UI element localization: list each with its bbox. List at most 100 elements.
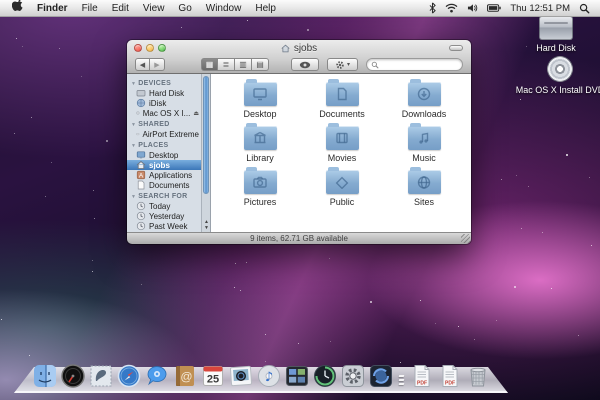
disclosure-triangle-icon[interactable]: ▼: [131, 194, 136, 200]
sidebar-item-label: Applications: [149, 171, 192, 180]
dock-time-machine-icon[interactable]: [312, 363, 337, 388]
folder-downloads[interactable]: Downloads: [383, 79, 465, 123]
dock-iphoto-icon[interactable]: [228, 363, 253, 388]
dock-mail-icon[interactable]: [88, 363, 113, 388]
dock-ical-icon[interactable]: 25: [200, 363, 225, 388]
scrollbar-arrows[interactable]: ▲▼: [202, 219, 211, 231]
menu-item-window[interactable]: Window: [206, 3, 242, 14]
battery-icon[interactable]: [487, 4, 501, 12]
menu-clock[interactable]: Thu 12:51 PM: [510, 3, 570, 14]
sidebar-item-desktop[interactable]: Desktop: [127, 150, 201, 160]
svg-text:PDF: PDF: [445, 381, 455, 387]
menu-item-view[interactable]: View: [143, 3, 165, 14]
apple-logo-icon: [12, 0, 23, 13]
toolbar-toggle-pill[interactable]: [449, 45, 463, 51]
dock-software-update-icon[interactable]: [368, 363, 393, 388]
folder-public[interactable]: Public: [301, 167, 383, 211]
disclosure-triangle-icon[interactable]: ▼: [131, 81, 136, 87]
resize-grip[interactable]: [461, 234, 470, 243]
window-header[interactable]: sjobs ◀ ▶ ▦ ≣ ▥ ▤ ▾: [127, 40, 471, 74]
folder-label: Desktop: [243, 109, 276, 119]
download-glyph-icon: [408, 82, 441, 106]
dock-system-preferences-icon[interactable]: [340, 363, 365, 388]
dock-trash-icon[interactable]: [465, 363, 490, 388]
back-button[interactable]: ◀: [135, 58, 150, 71]
sidebar-item-idisk[interactable]: iDisk: [127, 98, 201, 108]
svg-text:@: @: [180, 370, 192, 384]
dock-spaces-icon[interactable]: [284, 363, 309, 388]
folder-icon: [326, 126, 359, 150]
sidebar-item-applications[interactable]: AApplications: [127, 170, 201, 180]
window-title: sjobs: [127, 42, 471, 54]
sidebar-section-header[interactable]: ▼DEVICES: [127, 77, 201, 88]
dock-address-book-icon[interactable]: @: [172, 363, 197, 388]
disclosure-triangle-icon[interactable]: ▼: [131, 122, 136, 128]
sidebar-item-today[interactable]: Today: [127, 201, 201, 211]
folder-label: Movies: [328, 153, 357, 163]
sidebar-section-header[interactable]: ▼PLACES: [127, 139, 201, 150]
dock-dashboard-icon[interactable]: [60, 363, 85, 388]
folder-pictures[interactable]: Pictures: [219, 167, 301, 211]
window-sidebar: ▼DEVICESHard DiskiDiskMac OS X I...⏏▼SHA…: [127, 74, 211, 232]
apps-icon: A: [136, 170, 146, 180]
quicklook-button[interactable]: [291, 58, 319, 71]
folder-label: Library: [246, 153, 274, 163]
folder-music[interactable]: Music: [383, 123, 465, 167]
sidebar-item-yesterday[interactable]: Yesterday: [127, 211, 201, 221]
sidebar-item-past-week[interactable]: Past Week: [127, 221, 201, 231]
dock-safari-icon[interactable]: [116, 363, 141, 388]
action-menu-button[interactable]: ▾: [327, 58, 358, 71]
sidebar-item-airport-extreme[interactable]: AirPort Extreme: [127, 129, 201, 139]
menu-item-go[interactable]: Go: [178, 3, 191, 14]
dock-downloads-stack-icon[interactable]: PDF: [437, 363, 462, 388]
menu-item-file[interactable]: File: [82, 3, 98, 14]
scrollbar-thumb[interactable]: [203, 76, 209, 194]
disclosure-triangle-icon[interactable]: ▼: [131, 143, 136, 149]
home-icon: [281, 44, 290, 53]
wifi-icon[interactable]: [445, 3, 458, 13]
menu-item-edit[interactable]: Edit: [112, 3, 129, 14]
folder-desktop[interactable]: Desktop: [219, 79, 301, 123]
menu-item-help[interactable]: Help: [255, 3, 276, 14]
sidebar-item-mac-os-x-i-[interactable]: Mac OS X I...⏏: [127, 108, 201, 118]
dock-itunes-icon[interactable]: ♪: [256, 363, 281, 388]
sidebar-section-header[interactable]: ▼SHARED: [127, 118, 201, 129]
clock-icon: [136, 201, 146, 211]
eject-icon[interactable]: ⏏: [193, 110, 199, 117]
dvd-icon: [547, 56, 573, 82]
sidebar-item-sjobs[interactable]: sjobs: [127, 160, 210, 170]
dock-documents-stack-icon[interactable]: PDF: [409, 363, 434, 388]
view-column-button[interactable]: ▥: [235, 58, 252, 71]
search-field[interactable]: [366, 58, 463, 71]
sidebar-scrollbar[interactable]: ▲▼: [201, 74, 210, 232]
folder-sites[interactable]: Sites: [383, 167, 465, 211]
dock-finder-icon[interactable]: [32, 363, 57, 388]
sidebar-section-header[interactable]: ▼SEARCH FOR: [127, 190, 201, 201]
volume-icon[interactable]: [467, 3, 478, 13]
view-coverflow-button[interactable]: ▤: [252, 58, 269, 71]
apple-menu[interactable]: [12, 0, 23, 16]
sidebar-item-documents[interactable]: Documents: [127, 180, 201, 190]
folder-icon: [408, 170, 441, 194]
spotlight-icon[interactable]: [579, 3, 590, 14]
airport-icon: [136, 129, 140, 139]
sidebar-item-label: Past Week: [149, 222, 188, 231]
desktop-icon-hard-disk[interactable]: Hard Disk: [508, 16, 600, 53]
bluetooth-icon[interactable]: [429, 2, 436, 14]
folder-library[interactable]: Library: [219, 123, 301, 167]
folder-label: Public: [330, 197, 355, 207]
folder-documents[interactable]: Documents: [301, 79, 383, 123]
folder-label: Pictures: [244, 197, 277, 207]
forward-button[interactable]: ▶: [150, 58, 165, 71]
sidebar-item-label: Today: [149, 202, 170, 211]
dock-ichat-icon[interactable]: [144, 363, 169, 388]
clock-icon: [136, 211, 146, 221]
svg-text:♪: ♪: [264, 370, 272, 385]
menu-item-finder[interactable]: Finder: [37, 3, 68, 14]
sidebar-item-hard-disk[interactable]: Hard Disk: [127, 88, 201, 98]
search-icon: [371, 61, 379, 69]
view-icon-button[interactable]: ▦: [201, 58, 218, 71]
desktop-icon-install-dvd[interactable]: Mac OS X Install DVD: [512, 56, 600, 95]
folder-movies[interactable]: Movies: [301, 123, 383, 167]
view-list-button[interactable]: ≣: [218, 58, 235, 71]
